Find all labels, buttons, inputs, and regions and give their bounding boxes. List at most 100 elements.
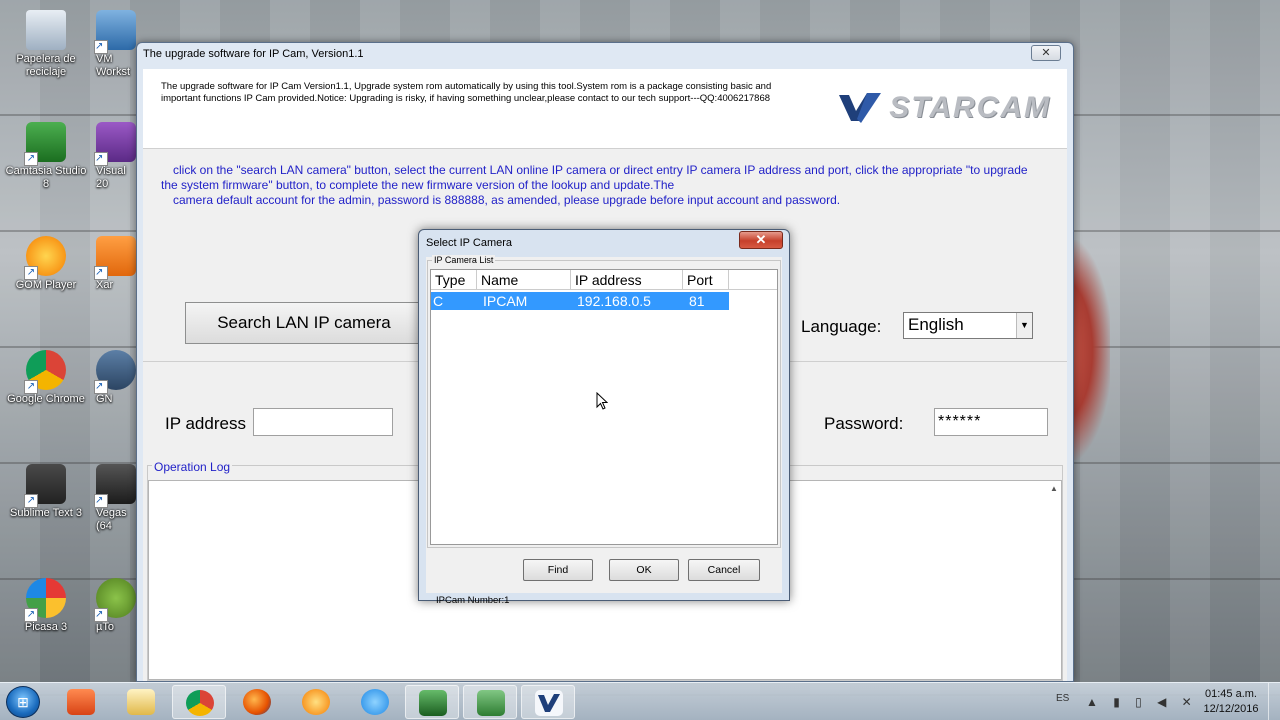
instructions-line: camera default account for the admin, pa… (173, 193, 841, 207)
window-close-button[interactable]: ✕ (1031, 45, 1061, 61)
operation-log-label: Operation Log (152, 460, 233, 474)
cell-port: 81 (689, 293, 705, 309)
taskbar-item-firefox[interactable] (230, 685, 284, 719)
starcam-app-icon (535, 690, 563, 716)
desktop-icon-label: Papelera de reciclaje (16, 53, 76, 78)
cell-name: IPCAM (483, 293, 528, 309)
desktop-icon-app-2[interactable]: GN (94, 350, 136, 406)
desktop-icon-visual-studio[interactable]: Visual 20 (94, 122, 136, 191)
media-player-icon (67, 689, 95, 715)
ok-button[interactable]: OK (609, 559, 679, 581)
starcam-logo-icon (538, 694, 560, 712)
taskbar-item-ie[interactable] (348, 685, 402, 719)
taskbar-item-camtasia-studio[interactable] (463, 685, 517, 719)
desktop-icon-camtasia[interactable]: Camtasia Studio 8 (4, 122, 88, 191)
camera-list-label: IP Camera List (432, 255, 496, 265)
utorrent-icon (94, 578, 136, 622)
taskbar-item-gom[interactable] (289, 685, 343, 719)
instructions-text: click on the "search LAN camera" button,… (161, 163, 1051, 208)
picasa-icon (24, 578, 66, 622)
instructions-line: the system firmware" button, to complete… (161, 178, 675, 192)
ip-address-input[interactable] (253, 408, 393, 436)
password-label: Password: (824, 414, 904, 433)
internet-explorer-icon (361, 689, 389, 715)
chrome-icon (24, 350, 66, 394)
vmware-icon (94, 10, 136, 54)
firefox-icon (243, 689, 271, 715)
taskbar-item-media[interactable] (54, 685, 108, 719)
desktop-icon-label: Picasa 3 (24, 621, 68, 633)
desktop-icon-label: VM Workst (96, 53, 131, 78)
table-row[interactable]: C IPCAM 192.168.0.5 81 (431, 292, 729, 310)
visual-studio-icon (94, 122, 136, 166)
starcam-logo: STARCAM (837, 91, 1051, 125)
desktop-icon-label: Camtasia Studio 8 (5, 165, 87, 190)
show-desktop-button[interactable] (1268, 683, 1280, 720)
language-select[interactable]: English ▼ (903, 312, 1033, 339)
gom-player-icon (24, 236, 66, 280)
desktop-icon-sublime[interactable]: Sublime Text 3 (4, 464, 88, 520)
start-button[interactable]: ⊞ (6, 686, 40, 718)
desktop-icon-label: µTo (96, 621, 114, 633)
dialog-client-area: IP Camera List Type Name IP address Port… (426, 255, 782, 606)
password-input[interactable]: ****** (934, 408, 1048, 436)
header-band: The upgrade software for IP Cam Version1… (143, 69, 1067, 149)
logo-text: STARCAM (889, 91, 1051, 124)
desktop-icon-gom-player[interactable]: GOM Player (4, 236, 88, 292)
desktop-icon-label: Sublime Text 3 (10, 507, 82, 519)
desktop-icon-vegas[interactable]: Vegas (64 (94, 464, 136, 533)
recycle-bin-icon (26, 10, 66, 50)
desktop-icon-vmware[interactable]: VM Workst (94, 10, 136, 79)
input-language-indicator[interactable]: ES (1056, 693, 1069, 704)
desktop-icon-label: Visual 20 (96, 165, 126, 190)
search-lan-camera-button[interactable]: Search LAN IP camera (185, 302, 423, 344)
desktop-icon-label: Google Chrome (7, 393, 85, 405)
find-button[interactable]: Find (523, 559, 593, 581)
camtasia-icon (477, 690, 505, 716)
desktop-icon-recycle-bin[interactable]: Papelera de reciclaje (4, 10, 88, 79)
desktop-icon-label: Vegas (64 (96, 507, 127, 532)
window-title: The upgrade software for IP Cam, Version… (143, 48, 364, 60)
gom-player-icon (302, 689, 330, 715)
language-label: Language: (801, 317, 882, 336)
desktop-icon-picasa[interactable]: Picasa 3 (4, 578, 88, 634)
header-description: The upgrade software for IP Cam Version1… (161, 81, 772, 104)
clock-time: 01:45 a.m. (1205, 688, 1257, 700)
app-icon (94, 236, 136, 280)
taskbar-item-camtasia-recorder[interactable] (405, 685, 459, 719)
camtasia-icon (419, 690, 447, 716)
cancel-button[interactable]: Cancel (688, 559, 760, 581)
vegas-icon (94, 464, 136, 508)
system-tray-icons[interactable]: ▲ ▮ ▯ ◀ ✕ (1086, 695, 1198, 709)
column-header-name[interactable]: Name (477, 270, 571, 289)
column-header-ip[interactable]: IP address (571, 270, 683, 289)
chevron-down-icon[interactable]: ▼ (1016, 313, 1032, 338)
folder-icon (127, 689, 155, 715)
desktop-icon-chrome[interactable]: Google Chrome (4, 350, 88, 406)
column-header-type[interactable]: Type (431, 270, 477, 289)
system-clock[interactable]: 01:45 a.m. 12/12/2016 (1198, 687, 1264, 717)
instructions-line: click on the "search LAN camera" button,… (173, 163, 1028, 177)
desktop-icon-app[interactable]: Xar (94, 236, 136, 292)
cell-ip: 192.168.0.5 (577, 293, 651, 309)
camtasia-icon (24, 122, 66, 166)
desktop-icon-utorrent[interactable]: µTo (94, 578, 136, 634)
dialog-title: Select IP Camera (426, 237, 513, 249)
app-icon (94, 350, 136, 394)
ip-address-label: IP address (165, 414, 246, 433)
taskbar-item-starcam[interactable] (521, 685, 575, 719)
cell-type: C (433, 293, 444, 309)
desktop-icon-label: Xar (96, 279, 114, 291)
listview-header: Type Name IP address Port (431, 270, 777, 290)
scroll-up-arrow-icon[interactable]: ▲ (1047, 481, 1061, 497)
starcam-logo-icon (839, 93, 882, 123)
desktop-icon-label: GN (96, 393, 113, 405)
mouse-cursor-icon (596, 392, 608, 410)
column-header-port[interactable]: Port (683, 270, 729, 289)
taskbar-item-chrome[interactable] (172, 685, 226, 719)
taskbar-item-explorer[interactable] (114, 685, 168, 719)
language-select-value: English (908, 315, 964, 334)
windows-logo-icon: ⊞ (17, 694, 29, 710)
select-ip-camera-dialog: Select IP Camera ✕ IP Camera List Type N… (418, 229, 790, 606)
dialog-close-button[interactable]: ✕ (739, 231, 783, 249)
